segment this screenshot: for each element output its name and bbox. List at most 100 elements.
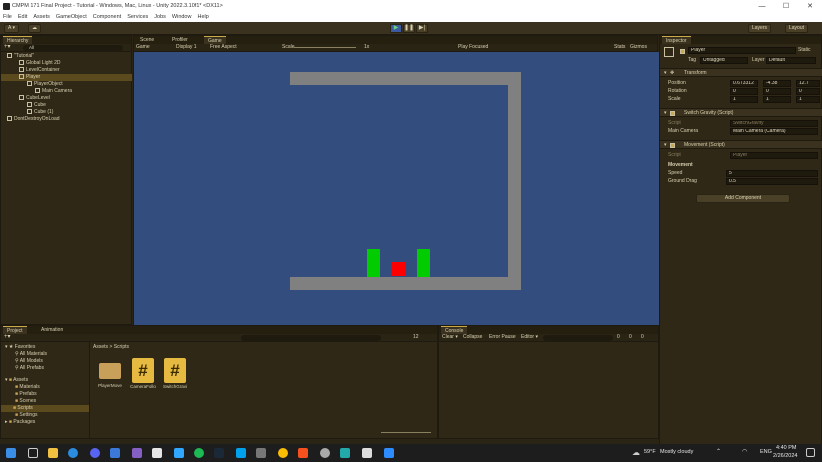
aspect-dropdown[interactable]: Free Aspect — [210, 44, 237, 51]
tree-item-player-object[interactable]: PlayerObject — [27, 81, 63, 88]
breadcrumb[interactable]: Assets > Scripts — [93, 344, 129, 350]
vscode-icon[interactable] — [110, 448, 120, 458]
tab-console[interactable]: Console — [441, 326, 468, 334]
tree-assets[interactable]: ▾ ■ Assets — [5, 377, 28, 384]
clock-date[interactable]: 2/26/2024 — [773, 453, 797, 459]
game-mode-dropdown[interactable]: Game — [136, 44, 150, 51]
object-name-field[interactable]: Player — [688, 47, 796, 54]
tree-all-materials[interactable]: ⚲ All Materials — [15, 351, 47, 358]
switch-gravity-header[interactable]: ▾ Switch Gravity (Script) — [660, 108, 822, 117]
rotation-z[interactable]: 0 — [796, 88, 820, 95]
error-count[interactable]: 0 — [641, 334, 644, 341]
speed-field[interactable]: 5 — [726, 170, 818, 177]
tree-all-prefabs[interactable]: ⚲ All Prefabs — [15, 365, 44, 372]
scale-x[interactable]: 1 — [730, 96, 758, 103]
tree-item-cube-level[interactable]: CubeLevel — [19, 95, 50, 102]
pause-button[interactable]: ❚❚ — [403, 24, 415, 33]
tree-packages[interactable]: ▸ ■ Packages — [5, 419, 35, 426]
notification-icon[interactable] — [806, 448, 815, 457]
unity-icon[interactable] — [362, 448, 372, 458]
menu-help[interactable]: Help — [197, 14, 208, 20]
tab-project[interactable]: Project — [3, 326, 27, 334]
app-icon[interactable] — [256, 448, 266, 458]
tree-item-main-camera[interactable]: Main Camera — [35, 88, 72, 95]
task-view-icon[interactable] — [28, 448, 38, 458]
wifi-icon[interactable]: ◠ — [742, 448, 747, 455]
tree-scripts[interactable]: ■ Scripts — [1, 405, 89, 412]
tree-materials[interactable]: ■ Materials — [15, 384, 40, 391]
language-indicator[interactable]: ENG — [760, 449, 772, 455]
tree-item-cube-1[interactable]: Cube (1) — [27, 109, 53, 116]
main-camera-field[interactable]: Main Camera (Camera) — [730, 128, 818, 135]
add-component-button[interactable]: Add Component — [696, 194, 790, 203]
console-search-input[interactable] — [543, 335, 613, 341]
menu-component[interactable]: Component — [93, 14, 121, 20]
store-icon[interactable] — [236, 448, 246, 458]
transform-header[interactable]: ▾ ✥ Transform — [660, 68, 822, 77]
file-explorer-icon[interactable] — [48, 448, 58, 458]
component-enabled-checkbox[interactable] — [670, 111, 675, 116]
csharp-script-icon[interactable]: # — [132, 358, 154, 383]
photoshop-icon[interactable] — [174, 448, 184, 458]
position-y[interactable]: -4.38 — [763, 80, 791, 87]
tree-item-cube[interactable]: Cube — [27, 102, 46, 109]
ground-drag-field[interactable]: 0.5 — [726, 178, 818, 185]
hierarchy-search-input[interactable]: All — [23, 45, 123, 51]
zoom-icon[interactable] — [384, 448, 394, 458]
layers-dropdown[interactable]: Layers — [748, 24, 772, 33]
tree-item-global-light[interactable]: Global Light 2D — [19, 60, 60, 67]
tab-animation[interactable]: Animation — [37, 326, 67, 334]
tag-dropdown[interactable]: Untagged — [700, 57, 748, 64]
menu-window[interactable]: Window — [172, 14, 192, 20]
collapse-button[interactable]: Collapse — [463, 334, 482, 341]
step-button[interactable]: ▶| — [416, 24, 428, 33]
menu-gameobject[interactable]: GameObject — [56, 14, 87, 20]
tab-profiler[interactable]: Profiler — [168, 36, 192, 44]
tree-item-scene[interactable]: "Tutorial" — [7, 53, 34, 60]
edge-icon[interactable] — [68, 448, 78, 458]
icon-size-slider[interactable] — [381, 432, 431, 433]
account-button[interactable]: A ▾ — [4, 24, 19, 33]
gizmos-button[interactable]: Gizmos — [630, 44, 647, 51]
add-icon[interactable]: +▾ — [4, 334, 11, 341]
app-icon[interactable] — [320, 448, 330, 458]
position-x[interactable]: 0.673312 — [730, 80, 758, 87]
movement-header[interactable]: ▾ Movement (Script) — [660, 140, 822, 149]
tree-prefabs[interactable]: ■ Prefabs — [15, 391, 37, 398]
error-pause-button[interactable]: Error Pause — [489, 334, 516, 341]
visual-studio-icon[interactable] — [132, 448, 142, 458]
tree-item-player[interactable]: Player — [1, 74, 132, 81]
play-focused-dropdown[interactable]: Play Focused — [458, 44, 488, 51]
scale-y[interactable]: 1 — [763, 96, 791, 103]
csharp-script-icon[interactable]: # — [164, 358, 186, 383]
game-canvas[interactable] — [134, 52, 659, 326]
unity-hub-icon[interactable] — [152, 448, 162, 458]
menu-assets[interactable]: Assets — [33, 14, 50, 20]
scale-slider[interactable] — [294, 47, 356, 48]
app-icon[interactable] — [298, 448, 308, 458]
chrome-icon[interactable] — [278, 448, 288, 458]
rotation-x[interactable]: 0 — [730, 88, 758, 95]
add-icon[interactable]: +▾ — [4, 44, 11, 51]
tab-scene[interactable]: Scene — [136, 36, 158, 44]
clear-button[interactable]: Clear ▾ — [442, 334, 458, 341]
close-button[interactable]: ✕ — [798, 0, 822, 13]
project-search-input[interactable] — [241, 335, 381, 341]
tab-hierarchy[interactable]: Hierarchy — [3, 36, 33, 44]
tree-settings[interactable]: ■ Settings — [15, 412, 38, 419]
menu-edit[interactable]: Edit — [18, 14, 27, 20]
chevron-up-icon[interactable]: ⌃ — [716, 448, 721, 455]
start-icon[interactable] — [6, 448, 16, 458]
layer-dropdown[interactable]: Default — [766, 57, 816, 64]
tree-item-dont-destroy[interactable]: DontDestroyOnLoad — [7, 116, 60, 123]
scale-z[interactable]: 1 — [796, 96, 820, 103]
warning-count[interactable]: 0 — [629, 334, 632, 341]
clock-time[interactable]: 4:40 PM — [776, 445, 796, 451]
tree-item-level-container[interactable]: LevelContainer — [19, 67, 60, 74]
menu-services[interactable]: Services — [127, 14, 148, 20]
tree-scenes[interactable]: ■ Scenes — [15, 398, 36, 405]
steam-icon[interactable] — [214, 448, 224, 458]
editor-dropdown[interactable]: Editor ▾ — [521, 334, 538, 341]
weather-temp[interactable]: 59°F — [644, 449, 656, 455]
minimize-button[interactable]: — — [750, 0, 774, 13]
